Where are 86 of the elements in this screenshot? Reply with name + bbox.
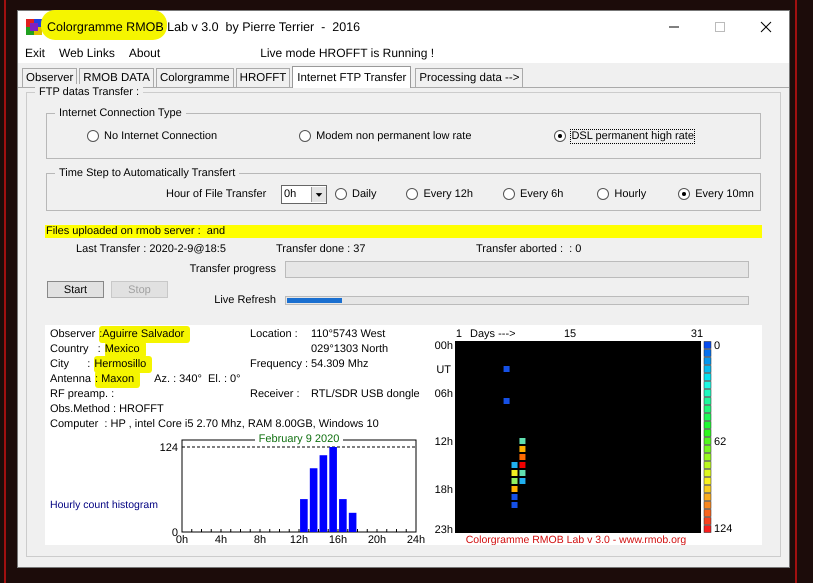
scale-label: 124	[714, 523, 732, 535]
axis-label: 00h	[434, 340, 453, 352]
info-label: Antenna	[50, 372, 91, 388]
push-button[interactable]: Start	[47, 281, 104, 298]
bar	[300, 499, 308, 532]
radio-label: Every 12h	[423, 188, 473, 200]
radio-button[interactable]	[406, 188, 418, 200]
tab[interactable]: Colorgramme	[156, 68, 234, 87]
info-value: : Maxon	[94, 371, 140, 388]
field-label: Hour of File Transfer	[166, 186, 268, 202]
menu-item[interactable]: Web Links	[59, 44, 115, 62]
info-label: Obs.Method : HROFFT	[50, 402, 164, 418]
axis-label: 1	[456, 328, 462, 340]
axis-label: 124	[160, 442, 178, 454]
info-value: RTL/SDR USB dongle	[311, 387, 420, 402]
axis-label: 24h	[406, 534, 426, 546]
hour-dropdown[interactable]: 0h	[281, 184, 327, 204]
close-icon	[760, 21, 772, 33]
app-logo-icon	[26, 19, 42, 35]
radio-label: Every 6h	[520, 188, 564, 200]
radio-label: Every 10mn	[695, 188, 754, 200]
radio-label: Daily	[352, 188, 376, 200]
progress-label: Transfer progress	[188, 262, 276, 277]
tab[interactable]: HROFFT	[236, 68, 290, 87]
radio-label: Modem non permanent low rate	[316, 130, 472, 142]
axis-label: 06h	[434, 388, 453, 400]
radio-label: DSL permanent high rate	[571, 130, 694, 142]
progress-label: Live Refresh	[213, 292, 276, 308]
info-label: Receiver :	[250, 387, 301, 402]
last-transfer-text: Last Transfer : 2020-2-9@18:5	[76, 242, 227, 257]
axis-caption: Days --->	[470, 328, 516, 340]
axis-label: 20h	[368, 534, 386, 546]
info-value: Hermosillo	[94, 356, 152, 373]
info-value: :Aguirre Salvador	[99, 326, 190, 343]
colorgramme-footer: Colorgramme RMOB Lab v 3.0 - www.rmob.org	[466, 534, 686, 545]
transfer-done-text: Transfer done : 37	[276, 242, 366, 257]
info-label: City :	[50, 357, 90, 372]
radio-label: No Internet Connection	[104, 130, 218, 142]
scale-label: 0	[714, 340, 720, 352]
status-message: Live mode HROFFT is Running !	[260, 45, 434, 62]
radio-button[interactable]	[554, 130, 566, 142]
info-value: 110°5743 West	[311, 327, 386, 342]
axis-label: 4h	[214, 534, 228, 546]
radio-button[interactable]	[678, 188, 690, 200]
axis-label: 31	[690, 328, 704, 340]
info-label: Frequency :	[250, 357, 309, 372]
radio-button[interactable]	[335, 188, 347, 200]
info-label: Computer : HP , intel Core i5 2.70 Mhz, RAM 8.00GB, Windows 10	[50, 417, 379, 432]
transfer-aborted-text: Transfer aborted : : 0	[476, 242, 582, 257]
scale-label: 62	[714, 436, 726, 448]
info-value: Az. : 340° El. : 0°	[154, 372, 241, 388]
info-value: 54.309 Mhz	[311, 357, 368, 372]
tab[interactable]: Processing data -->	[415, 68, 524, 87]
info-label: Location :	[250, 327, 299, 342]
menu-item[interactable]: Exit	[25, 44, 46, 62]
radio-button[interactable]	[597, 188, 610, 200]
info-label: Country :	[50, 342, 101, 358]
menu-item[interactable]: About	[128, 44, 160, 62]
axis-label: 18h	[434, 484, 453, 496]
bar	[339, 499, 347, 532]
axis-label: 8h	[254, 534, 266, 546]
bar	[348, 512, 356, 532]
axis-label: 12h	[434, 436, 453, 448]
histogram-label: Hourly count histogram	[50, 499, 158, 512]
info-label: RF preamp. :	[50, 387, 114, 402]
tab[interactable]: Internet FTP Transfer	[292, 66, 412, 88]
maximize-icon	[715, 22, 725, 32]
chart-title: February 9 2020	[258, 433, 340, 445]
info-value: 029°1303 North	[311, 342, 388, 358]
radio-button[interactable]	[299, 130, 312, 142]
group-title: Time Step to Automatically Transfert	[55, 165, 240, 182]
axis-label: 15	[564, 328, 576, 340]
axis-caption: UT	[436, 364, 451, 376]
upload-banner: Files uploaded on rmob server : and	[45, 225, 762, 238]
radio-label: Hourly	[614, 188, 646, 200]
group-title: Internet Connection Type	[55, 105, 186, 122]
radio-button[interactable]	[87, 130, 99, 142]
minimize-icon	[669, 26, 679, 28]
axis-label: 12h	[290, 534, 308, 546]
axis-label: 16h	[328, 534, 348, 546]
window-title: Colorgramme RMOB Lab v 3.0 by Pierre Terrier - 2016	[47, 20, 360, 34]
bar	[310, 468, 318, 532]
radio-button[interactable]	[502, 188, 515, 200]
axis-label: 23h	[434, 524, 453, 536]
info-label: Observer	[50, 327, 96, 342]
axis-label: 0h	[176, 534, 188, 546]
